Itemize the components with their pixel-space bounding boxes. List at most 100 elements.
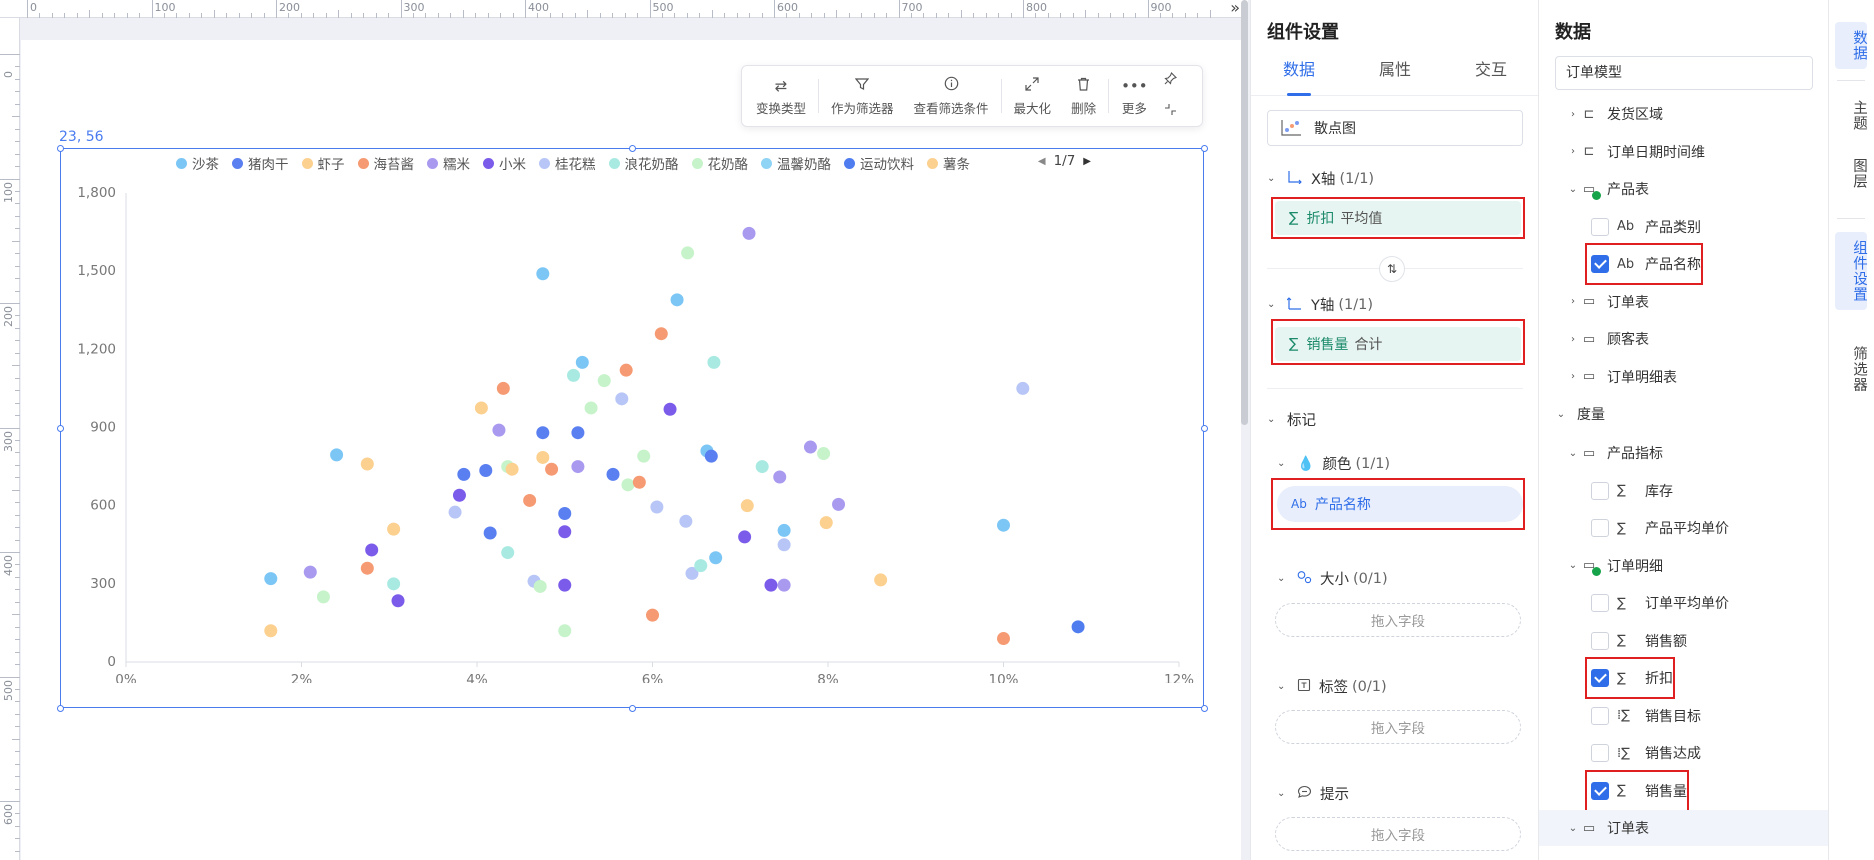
scatter-plot: 0 300 600 900 1,200 1,500 1,800 0% 2% 4% 6% 8% 10% 12… — [77, 185, 1194, 683]
resize-handle[interactable] — [56, 424, 64, 432]
field-checkbox[interactable] — [1591, 744, 1609, 762]
rail-item[interactable]: 筛选器 — [1835, 338, 1867, 401]
tree-table-folder[interactable]: › ▭ 订单表 — [1539, 284, 1828, 320]
tab-data[interactable]: 数据 — [1251, 58, 1347, 96]
field-checkbox[interactable] — [1591, 255, 1609, 273]
legend-item[interactable]: 糯米 — [427, 153, 470, 173]
tree-field-item[interactable]: ∑ 产品平均单价 — [1539, 510, 1828, 546]
tree-dimension-folder[interactable]: › ⊏ 发货区域 — [1539, 96, 1828, 132]
legend-label: 海苔酱 — [373, 157, 415, 173]
color-field-name: 产品名称 — [1314, 497, 1371, 513]
tab-properties[interactable]: 属性 — [1347, 58, 1443, 95]
tree-field-item[interactable]: ⁞∑ 销售目标 — [1539, 698, 1828, 734]
x-axis-field-pill[interactable]: ∑ 折扣 平均值 — [1275, 201, 1521, 235]
field-checkbox[interactable] — [1591, 481, 1609, 500]
as-filter-button[interactable]: 作为筛选器 — [821, 74, 904, 118]
legend-item[interactable]: 小米 — [483, 153, 526, 173]
legend-prev-icon[interactable]: ◀ — [1038, 156, 1046, 167]
legend-item[interactable]: 薯条 — [927, 153, 970, 173]
text-type-icon: Ab — [1617, 256, 1635, 272]
legend-item[interactable]: 沙茶 — [176, 153, 219, 173]
field-checkbox[interactable] — [1591, 706, 1609, 725]
tooltip-drop-zone[interactable]: 拖入字段 — [1275, 817, 1521, 851]
legend-item[interactable]: 海苔酱 — [357, 153, 415, 173]
resize-handle[interactable] — [628, 704, 636, 712]
field-checkbox[interactable] — [1591, 631, 1609, 650]
tree-table-folder[interactable]: ⌄ ▭ 订单明细 — [1539, 548, 1828, 584]
swap-axes-icon[interactable]: ⇅ — [1379, 256, 1405, 282]
field-checkbox[interactable] — [1591, 519, 1609, 537]
resize-handle[interactable] — [1200, 704, 1208, 712]
legend-next-icon[interactable]: ▶ — [1083, 156, 1091, 167]
tree-field-item[interactable]: ∑ 订单平均单价 — [1539, 585, 1828, 621]
canvas-scrollbar[interactable] — [1241, 0, 1248, 425]
field-checkbox[interactable] — [1591, 781, 1609, 800]
scatter-point — [709, 551, 723, 565]
legend-item[interactable]: 运动饮料 — [844, 153, 914, 173]
more-button[interactable]: ••• 更多 — [1111, 74, 1158, 118]
ruler-tick — [15, 265, 20, 267]
tree-field-item[interactable]: ∑ 销售额 — [1539, 623, 1828, 659]
tree-measure-folder[interactable]: ⌄ ▭ 订单表 — [1539, 810, 1828, 846]
resize-handle[interactable] — [1200, 144, 1208, 152]
tree-field-item[interactable]: Ab 产品名称 — [1539, 246, 1828, 282]
legend-item[interactable]: 花奶酪 — [691, 153, 748, 173]
resize-handle[interactable] — [56, 144, 64, 152]
tree-measure-folder[interactable]: ⌄ ▭ 产品指标 — [1539, 435, 1828, 471]
rail-item[interactable]: 主题 — [1835, 92, 1867, 139]
design-board[interactable]: ⇄ 变换类型 作为筛选器 查看筛选条件 最大化 删除 ••• 更多 23, 56… — [21, 40, 1241, 860]
size-drop-zone[interactable]: 拖入字段 — [1275, 603, 1521, 637]
tree-table-folder[interactable]: › ▭ 顾客表 — [1539, 321, 1828, 357]
ruler-tick — [0, 676, 20, 678]
label-section[interactable]: ⌄ 标签 (0/1) — [1277, 676, 1387, 697]
tree-field-item[interactable]: ⁞∑ 销售达成 — [1539, 735, 1828, 771]
collapse-corner-icon[interactable] — [1164, 103, 1177, 120]
ruler-tick — [724, 13, 726, 18]
y-axis-section[interactable]: ⌄ Y轴 (1/1) — [1267, 294, 1373, 315]
legend-item[interactable]: 桂花糕 — [539, 153, 596, 173]
resize-handle[interactable] — [56, 704, 64, 712]
tree-dimension-folder[interactable]: › ⊏ 订单日期时间维 — [1539, 134, 1828, 170]
maximize-button[interactable]: 最大化 — [1004, 74, 1062, 118]
marks-section[interactable]: ⌄ 标记 — [1267, 409, 1316, 430]
tree-section-measures[interactable]: ⌄ 度量 — [1539, 396, 1828, 432]
color-section[interactable]: ⌄ 💧 颜色 (1/1) — [1277, 453, 1390, 474]
delete-button[interactable]: 删除 — [1061, 74, 1106, 118]
tooltip-section[interactable]: ⌄ 提示 — [1277, 783, 1349, 804]
label-drop-zone[interactable]: 拖入字段 — [1275, 710, 1521, 744]
collapse-panel-icon[interactable]: » — [1230, 0, 1240, 17]
model-select[interactable]: 订单模型 — [1555, 56, 1813, 90]
tab-interaction[interactable]: 交互 — [1443, 58, 1538, 95]
legend-label: 运动饮料 — [860, 157, 914, 173]
field-checkbox[interactable] — [1591, 217, 1609, 236]
ruler-tick — [238, 13, 240, 18]
tree-field-item[interactable]: Ab 产品类别 — [1539, 209, 1828, 245]
tree-field-item[interactable]: ∑ 折扣 — [1539, 660, 1828, 696]
legend-item[interactable]: 温馨奶酪 — [761, 153, 831, 173]
color-field-pill[interactable]: Ab 产品名称 — [1277, 486, 1523, 522]
change-type-button[interactable]: ⇄ 变换类型 — [746, 74, 816, 118]
scatter-chart-component[interactable]: 沙茶 猪肉干 虾子 海苔酱 糯米 小米 桂花糕 浪花奶酪 花奶酪 温馨奶酪 运动饮料 薯条 ◀ 1/7… — [56, 144, 1208, 712]
size-section[interactable]: ⌄ 大小 (0/1) — [1277, 568, 1388, 589]
legend-item[interactable]: 虾子 — [301, 153, 345, 173]
chart-type-select[interactable]: 散点图 — [1267, 110, 1523, 146]
view-filter-button[interactable]: 查看筛选条件 — [904, 74, 999, 118]
pin-icon[interactable] — [1164, 72, 1177, 89]
x-axis-section[interactable]: ⌄ X轴 (1/1) — [1267, 168, 1374, 189]
tree-field-item[interactable]: ∑ 销售量 — [1539, 773, 1828, 809]
ruler-tick — [0, 178, 20, 180]
field-checkbox[interactable] — [1591, 669, 1609, 687]
legend-item[interactable]: 浪花奶酪 — [608, 153, 679, 173]
y-axis-field-pill[interactable]: ∑ 销售量 合计 — [1275, 327, 1521, 361]
tree-table-folder[interactable]: ⌄ ▭ 产品表 — [1539, 171, 1828, 207]
rail-item[interactable]: 组件设置 — [1835, 232, 1867, 310]
ruler-tick — [251, 13, 253, 18]
resize-handle[interactable] — [628, 144, 636, 152]
rail-item[interactable]: 图层 — [1835, 150, 1867, 197]
resize-handle[interactable] — [1200, 424, 1208, 432]
rail-item[interactable]: 数据 — [1835, 22, 1867, 69]
tree-field-item[interactable]: ∑ 库存 — [1539, 473, 1828, 509]
tree-table-folder[interactable]: › ▭ 订单明细表 — [1539, 359, 1828, 395]
field-checkbox[interactable] — [1591, 594, 1609, 612]
legend-item[interactable]: 猪肉干 — [232, 153, 289, 173]
